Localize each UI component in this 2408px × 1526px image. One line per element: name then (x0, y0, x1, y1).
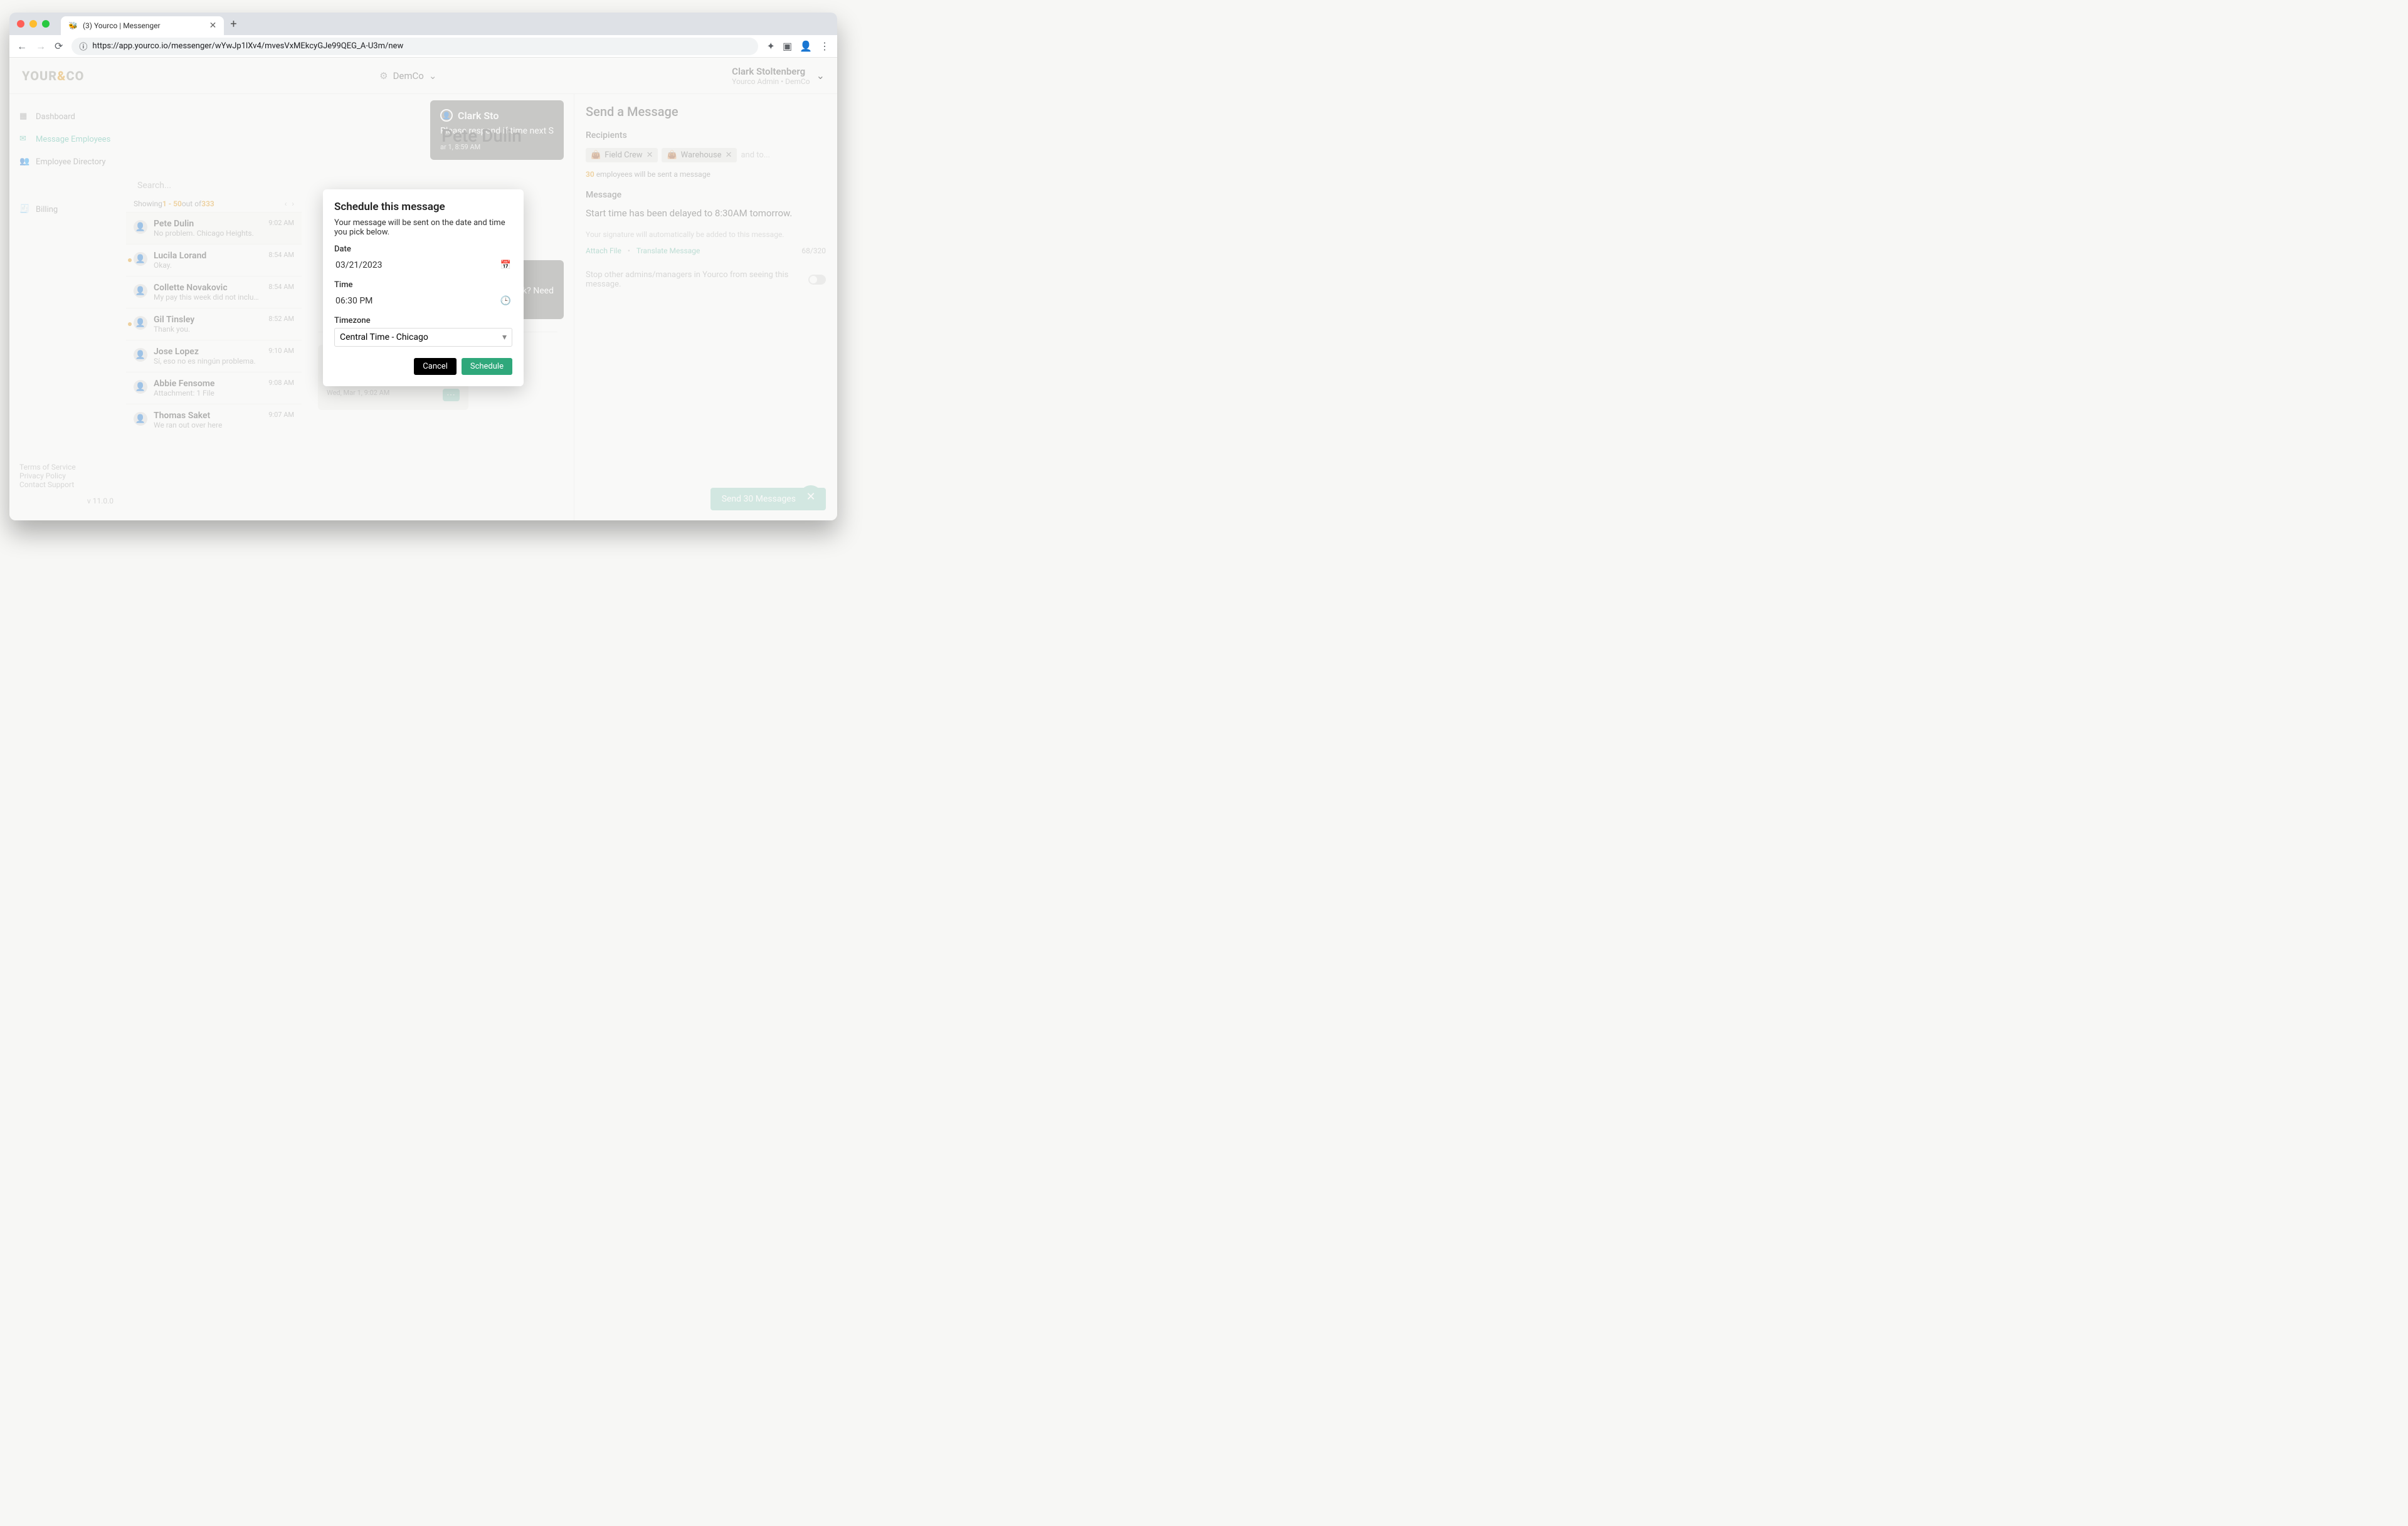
date-input[interactable]: 03/21/2023 📅 (334, 256, 512, 274)
menu-icon[interactable]: ⋮ (820, 40, 830, 52)
schedule-modal: Schedule this message Your message will … (323, 189, 524, 386)
time-input[interactable]: 06:30 PM 🕒 (334, 292, 512, 310)
extensions-icon[interactable]: ✦ (767, 40, 775, 52)
window-minimize-icon[interactable] (29, 20, 37, 28)
modal-title: Schedule this message (334, 201, 512, 213)
browser-toolbar: ← → ⟳ ⓘ https://app.yourco.io/messenger/… (9, 35, 837, 58)
site-info-icon[interactable]: ⓘ (79, 40, 87, 52)
new-tab-button[interactable]: + (230, 18, 236, 31)
url-text: https://app.yourco.io/messenger/wYwJp1lX… (92, 41, 403, 51)
chevron-down-icon[interactable]: ▾ (502, 332, 507, 342)
reload-icon[interactable]: ⟳ (55, 40, 63, 52)
cancel-button[interactable]: Cancel (414, 358, 457, 375)
schedule-button[interactable]: Schedule (462, 358, 512, 375)
tab-title: (3) Yourco | Messenger (83, 21, 161, 30)
panel-icon[interactable]: ▣ (783, 40, 792, 52)
modal-subtitle: Your message will be sent on the date an… (334, 218, 512, 237)
clock-icon[interactable]: 🕒 (500, 296, 511, 306)
window-close-icon[interactable] (17, 20, 24, 28)
browser-tab-bar: 🐝 (3) Yourco | Messenger ✕ + (9, 13, 837, 35)
timezone-select[interactable]: Central Time - Chicago ▾ (334, 328, 512, 347)
address-bar[interactable]: ⓘ https://app.yourco.io/messenger/wYwJp1… (71, 38, 758, 55)
time-label: Time (334, 280, 512, 290)
favicon-icon: 🐝 (68, 21, 78, 30)
timezone-label: Timezone (334, 316, 512, 325)
browser-tab[interactable]: 🐝 (3) Yourco | Messenger ✕ (61, 16, 224, 35)
tab-close-icon[interactable]: ✕ (209, 21, 217, 31)
date-label: Date (334, 245, 512, 254)
forward-icon[interactable]: → (36, 40, 46, 53)
window-maximize-icon[interactable] (42, 20, 50, 28)
back-icon[interactable]: ← (17, 40, 27, 53)
calendar-icon[interactable]: 📅 (500, 260, 511, 270)
profile-icon[interactable]: 👤 (800, 40, 812, 52)
